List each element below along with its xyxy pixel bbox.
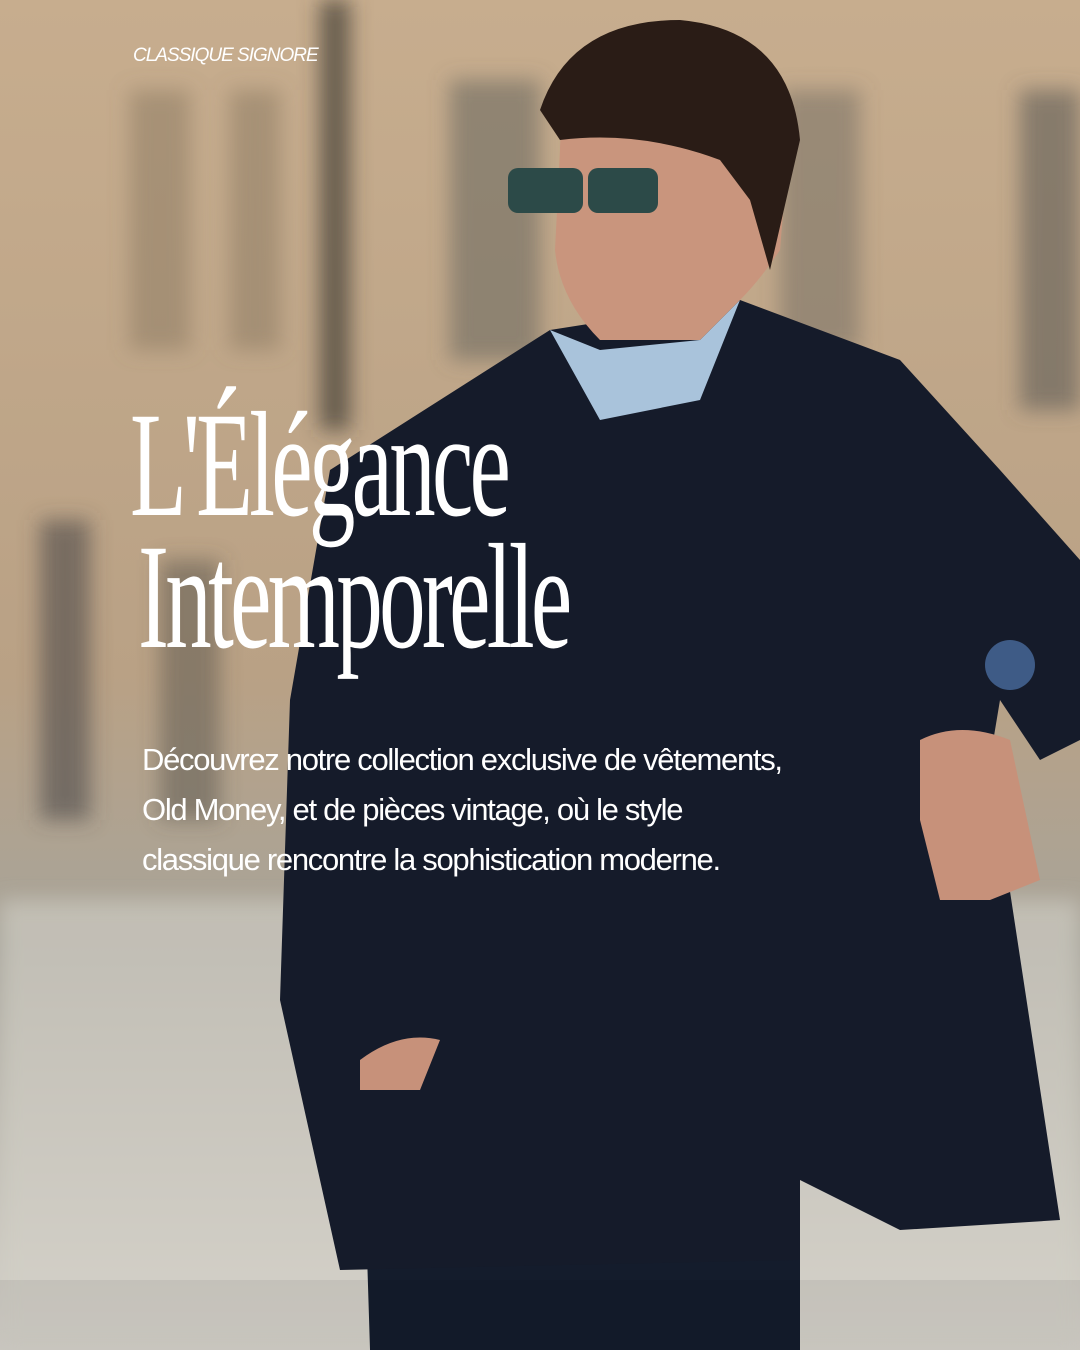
bottom-shade <box>0 1280 1080 1350</box>
description: Découvrez notre collection exclusive de … <box>142 735 1042 885</box>
brand-name: CLASSIQUE SIGNORE <box>133 45 319 66</box>
description-line: Découvrez notre collection exclusive de … <box>142 742 783 777</box>
headline-line-2: Intemporelle <box>138 514 572 680</box>
description-line: Old Money, et de pièces vintage, où le s… <box>142 792 683 827</box>
description-line: classique rencontre la sophistication mo… <box>142 842 721 877</box>
